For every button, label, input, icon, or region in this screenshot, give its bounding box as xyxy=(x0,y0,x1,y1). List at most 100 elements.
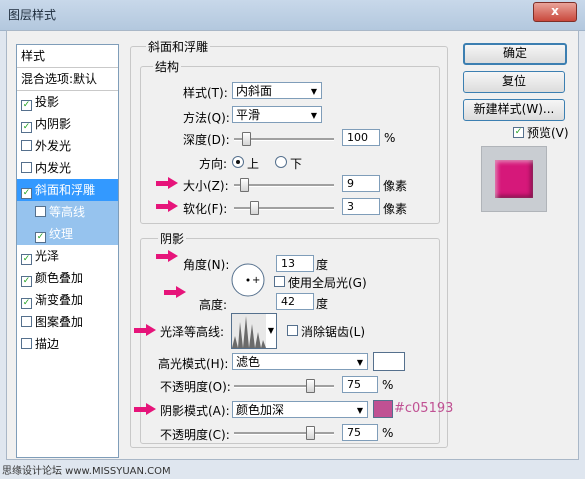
shadow-mode-select[interactable]: 颜色加深 ▼ xyxy=(232,401,368,418)
bevel-style-select[interactable]: 内斜面 ▼ xyxy=(232,82,322,99)
dropdown-arrow-icon: ▼ xyxy=(356,406,363,415)
size-slider[interactable] xyxy=(234,178,334,192)
checkbox[interactable]: ✓ xyxy=(35,232,46,243)
depth-slider-thumb[interactable] xyxy=(242,132,251,146)
style-item-label: 渐变叠加 xyxy=(35,293,84,307)
dropdown-arrow-icon: ▼ xyxy=(310,87,317,96)
checkbox[interactable] xyxy=(21,140,32,151)
preview-label: 预览(V) xyxy=(527,126,569,140)
style-item-label: 纹理 xyxy=(49,227,74,241)
style-item-stroke[interactable]: 描边 xyxy=(17,333,118,355)
style-item-color-overlay[interactable]: ✓ 颜色叠加 xyxy=(17,267,118,289)
shadow-opacity-unit: % xyxy=(382,426,394,440)
gloss-contour-picker[interactable]: ▼ xyxy=(231,313,277,349)
style-item-bevel-emboss[interactable]: ✓ 斜面和浮雕 xyxy=(17,179,118,201)
soften-label: 软化(F): xyxy=(183,202,228,216)
depth-slider[interactable] xyxy=(234,132,334,146)
highlight-opacity-label: 不透明度(O): xyxy=(160,380,231,394)
checkbox[interactable] xyxy=(21,338,32,349)
depth-input[interactable]: 100 xyxy=(342,129,380,146)
highlight-mode-value: 滤色 xyxy=(236,355,261,369)
ok-button[interactable]: 确定 xyxy=(463,43,567,65)
soften-input[interactable]: 3 xyxy=(342,198,380,215)
style-item-pattern-overlay[interactable]: 图案叠加 xyxy=(17,311,118,333)
highlight-opacity-unit: % xyxy=(382,378,394,392)
style-item-drop-shadow[interactable]: ✓ 投影 xyxy=(17,91,118,113)
style-item-outer-glow[interactable]: 外发光 xyxy=(17,135,118,157)
preview-panel xyxy=(481,146,547,212)
style-item-label: 颜色叠加 xyxy=(35,271,84,285)
highlight-opacity-input[interactable]: 75 xyxy=(342,376,378,393)
close-button[interactable]: x xyxy=(533,2,577,22)
structure-title: 结构 xyxy=(153,58,182,75)
direction-up-radio[interactable] xyxy=(232,156,244,168)
style-list-header[interactable]: 样式 xyxy=(17,45,118,68)
size-input[interactable]: 9 xyxy=(342,175,380,192)
shadow-opacity-slider[interactable] xyxy=(234,426,334,440)
checkbox[interactable] xyxy=(21,316,32,327)
checkbox[interactable]: ✓ xyxy=(21,188,32,199)
technique-value: 平滑 xyxy=(236,108,261,122)
checkbox[interactable]: ✓ xyxy=(21,276,32,287)
style-item-label: 外发光 xyxy=(35,139,72,153)
global-light-checkbox[interactable] xyxy=(274,276,285,287)
window-title: 图层样式 xyxy=(8,8,57,22)
highlight-opacity-slider[interactable] xyxy=(234,379,334,393)
title-bar: 图层样式 x xyxy=(0,0,585,31)
style-item-satin[interactable]: ✓ 光泽 xyxy=(17,245,118,267)
angle-unit: 度 xyxy=(316,258,329,272)
reset-button[interactable]: 复位 xyxy=(463,71,565,93)
style-item-label: 描边 xyxy=(35,337,60,351)
technique-select[interactable]: 平滑 ▼ xyxy=(232,106,322,123)
checkbox[interactable]: ✓ xyxy=(21,122,32,133)
shadow-mode-value: 颜色加深 xyxy=(236,403,285,417)
highlight-opacity-thumb[interactable] xyxy=(306,379,315,393)
preview-swatch xyxy=(495,160,533,198)
checkbox[interactable]: ✓ xyxy=(21,100,32,111)
style-item-inner-glow[interactable]: 内发光 xyxy=(17,157,118,179)
altitude-unit: 度 xyxy=(316,297,329,311)
angle-dial[interactable]: + xyxy=(230,262,266,298)
gloss-contour-label: 光泽等高线: xyxy=(160,325,225,339)
style-item-texture[interactable]: ✓ 纹理 xyxy=(17,223,118,245)
highlight-mode-select[interactable]: 滤色 ▼ xyxy=(232,353,368,370)
highlight-color-swatch[interactable] xyxy=(373,352,405,371)
style-item-contour[interactable]: 等高线 xyxy=(17,201,118,223)
gloss-pointer-arrow xyxy=(134,324,158,336)
soften-unit: 像素 xyxy=(383,202,408,216)
style-item-label: 内发光 xyxy=(35,161,72,175)
gloss-contour-preview xyxy=(232,314,266,348)
shadow-opacity-input[interactable]: 75 xyxy=(342,424,378,441)
soften-slider-thumb[interactable] xyxy=(250,201,259,215)
shadow-color-note: #c05193 xyxy=(394,401,454,416)
style-list: 样式 混合选项:默认 ✓ 投影 ✓ 内阴影 外发光 内发光 ✓ 斜面和浮雕 等高线 ✓… xyxy=(16,44,119,458)
altitude-pointer-arrow xyxy=(164,286,188,298)
preview-checkbox[interactable]: ✓ xyxy=(513,127,524,138)
depth-unit: % xyxy=(384,131,396,145)
style-item-label: 投影 xyxy=(35,95,60,109)
antialias-label: 消除锯齿(L) xyxy=(301,325,366,339)
angle-input[interactable]: 13 xyxy=(276,255,314,272)
shadow-opacity-thumb[interactable] xyxy=(306,426,315,440)
shadow-mode-label: 阴影模式(A): xyxy=(160,404,230,418)
size-slider-thumb[interactable] xyxy=(240,178,249,192)
checkbox[interactable]: ✓ xyxy=(21,298,32,309)
shadow-color-swatch[interactable] xyxy=(373,400,393,418)
style-item-label: 光泽 xyxy=(35,249,60,263)
style-item-label: 斜面和浮雕 xyxy=(35,183,96,197)
direction-down-radio[interactable] xyxy=(275,156,287,168)
blend-options-item[interactable]: 混合选项:默认 xyxy=(17,68,118,91)
altitude-input[interactable]: 42 xyxy=(276,293,314,310)
angle-label: 角度(N): xyxy=(183,258,230,272)
direction-label: 方向: xyxy=(199,157,228,171)
shading-title: 阴影 xyxy=(158,230,187,247)
direction-down-label: 下 xyxy=(290,157,303,171)
new-style-button[interactable]: 新建样式(W)... xyxy=(463,99,565,121)
soften-slider[interactable] xyxy=(234,201,334,215)
style-item-inner-shadow[interactable]: ✓ 内阴影 xyxy=(17,113,118,135)
checkbox[interactable] xyxy=(21,162,32,173)
antialias-checkbox[interactable] xyxy=(287,325,298,336)
style-item-gradient-overlay[interactable]: ✓ 渐变叠加 xyxy=(17,289,118,311)
checkbox[interactable]: ✓ xyxy=(21,254,32,265)
checkbox[interactable] xyxy=(35,206,46,217)
